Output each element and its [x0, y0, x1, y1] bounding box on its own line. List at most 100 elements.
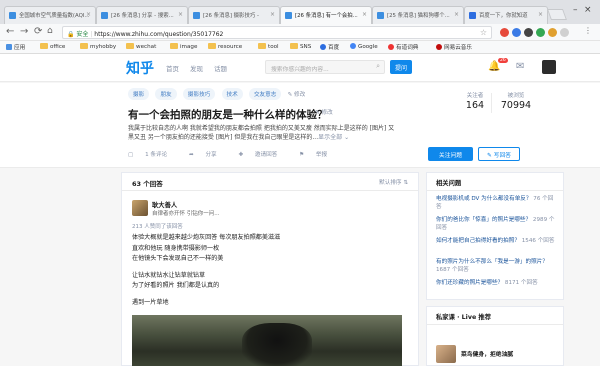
- close-window-icon[interactable]: ×: [584, 5, 592, 15]
- browser-tab[interactable]: [26 条消息] 分享 - 搜索... ×: [96, 6, 188, 24]
- bookmark-folder[interactable]: myhobby: [80, 43, 116, 50]
- author-avatar[interactable]: [132, 200, 148, 216]
- extension-icon[interactable]: [500, 28, 509, 37]
- bookmark-apps[interactable]: 应用: [6, 43, 25, 51]
- bookmark-folder[interactable]: tool: [258, 43, 279, 50]
- report-button[interactable]: ⚑ 举报: [299, 152, 337, 158]
- nav-explore[interactable]: 发现: [190, 63, 203, 73]
- zhihu-logo[interactable]: 知乎: [126, 58, 154, 78]
- forward-icon[interactable]: →: [20, 26, 28, 37]
- question-actions: ▢ 1 条评论 ➦ 分享 ✚ 邀请回答 ⚑ 举报: [128, 150, 347, 158]
- topic-tag[interactable]: 技术: [221, 88, 243, 100]
- answer-line: 体验大概就是越来越少炮灰回答 每次朋友拍照都美滋滋: [132, 234, 281, 241]
- browser-tab[interactable]: 全国城市空气质量指数(AQI... ×: [4, 6, 96, 24]
- sort-dropdown[interactable]: 默认排序 ⇅: [379, 178, 408, 186]
- share-button[interactable]: ➦ 分享: [189, 152, 227, 158]
- tab-title: [26 条消息] 摄影技巧 -: [203, 13, 259, 19]
- comment-button[interactable]: ▢ 1 条评论: [128, 152, 177, 158]
- folder-icon: [126, 43, 134, 49]
- home-icon[interactable]: ⌂: [47, 26, 53, 36]
- tab-close-icon[interactable]: ×: [362, 11, 367, 18]
- tab-close-icon[interactable]: ×: [86, 11, 91, 18]
- flag-icon: ⚑: [299, 152, 305, 158]
- nav-home[interactable]: 首页: [166, 63, 179, 73]
- extension-icon[interactable]: [548, 28, 557, 37]
- topic-tag[interactable]: 交友意志: [248, 88, 282, 100]
- answer-line: 在他镜头下会发现自己不一样的美: [132, 255, 224, 262]
- ask-question-button[interactable]: 提问: [390, 60, 412, 74]
- related-question[interactable]: 电视摄影机或 DV 为什么都没有单反？ 76 个回答: [436, 195, 558, 211]
- user-avatar[interactable]: [542, 60, 556, 74]
- write-answer-button[interactable]: ✎ 写回答: [478, 147, 520, 161]
- search-input[interactable]: 搜索你感兴趣的内容... ⌕: [265, 60, 385, 74]
- tab-close-icon[interactable]: ×: [454, 11, 459, 18]
- invite-icon: ✚: [238, 152, 244, 158]
- extension-icon[interactable]: [512, 28, 521, 37]
- tab-title: [25 条消息] 猫和狗哪个...: [387, 13, 450, 19]
- browser-tab-active[interactable]: [26 条消息] 有一个会拍... ×: [280, 6, 372, 24]
- followers-stat[interactable]: 关注者 164: [460, 91, 490, 111]
- bookmark-folder[interactable]: SNS: [290, 43, 311, 50]
- tab-favicon-icon: [285, 12, 292, 19]
- tab-close-icon[interactable]: ×: [270, 11, 275, 18]
- extension-icon[interactable]: [536, 28, 545, 37]
- topic-tag[interactable]: 摄影: [128, 88, 150, 100]
- browser-tab[interactable]: [25 条消息] 猫和狗哪个... ×: [372, 6, 464, 24]
- search-icon[interactable]: ⌕: [376, 62, 380, 71]
- zhihu-header: 知乎 首页 发现 话题 搜索你感兴趣的内容... ⌕ 提问 🔔 26 ✉: [0, 54, 600, 82]
- question-title: 有一个会拍照的朋友是一种什么样的体验？: [128, 109, 328, 121]
- live-item-title[interactable]: 菜鸟健身，拒绝油腻: [461, 349, 513, 358]
- live-thumbnail[interactable]: [436, 345, 456, 363]
- follow-question-button[interactable]: 关注问题: [428, 147, 473, 161]
- question-detail-line: 黑又丑 另一个朋友拍的还能接受 [图片] 但是我在我自己眼里是这样的...显示全…: [128, 134, 350, 141]
- tab-close-icon[interactable]: ×: [538, 11, 543, 18]
- new-tab-button[interactable]: [546, 9, 568, 20]
- tab-title: 百度一下，你就知道: [479, 13, 528, 19]
- extension-icon[interactable]: [560, 28, 569, 37]
- edit-topics-link[interactable]: ✎ 修改: [288, 90, 306, 98]
- menu-icon[interactable]: ⋮: [584, 26, 592, 35]
- bookmark-youdao[interactable]: 有道词典: [388, 43, 418, 51]
- related-question[interactable]: 你们的爸比你「惊喜」的照片是哪些？ 2989 个回答: [436, 216, 558, 232]
- bookmark-folder[interactable]: image: [170, 43, 197, 50]
- bookmark-folder[interactable]: office: [40, 43, 65, 50]
- bookmark-folder[interactable]: resource: [208, 43, 242, 50]
- browser-tab[interactable]: [26 条消息] 摄影技巧 - ×: [188, 6, 280, 24]
- answer-count: 63 个回答: [132, 180, 163, 188]
- followers-label: 关注者: [466, 93, 484, 99]
- nav-topics[interactable]: 话题: [214, 63, 227, 73]
- back-icon[interactable]: ←: [6, 26, 14, 37]
- edit-question-link[interactable]: ✎ 修改: [315, 108, 333, 116]
- related-question[interactable]: 有的照片为什么不那么「我是一游」的照片？ 1687 个回答: [436, 258, 558, 274]
- search-placeholder: 搜索你感兴趣的内容...: [271, 67, 329, 73]
- reload-icon[interactable]: ⟳: [34, 26, 42, 37]
- extension-icon[interactable]: [524, 28, 533, 37]
- related-question[interactable]: 如何才能把自己拍得好看的拍照？ 1546 个回答: [436, 237, 558, 245]
- message-icon[interactable]: ✉: [516, 61, 524, 72]
- minimize-icon[interactable]: –: [573, 5, 578, 15]
- show-all-link[interactable]: 显示全部 ⌄: [318, 134, 349, 141]
- question-detail: 我属于比较自恋的人啊 我就希望我的朋友都会拍照 把我拍的又美又瘦 然而实际上是这…: [128, 124, 418, 142]
- bookmark-folder[interactable]: wechat: [126, 43, 156, 50]
- bookmark-netease-music[interactable]: 网易云音乐: [436, 43, 472, 51]
- invite-button[interactable]: ✚ 邀请回答: [238, 152, 287, 158]
- topic-tag[interactable]: 摄影技巧: [182, 88, 216, 100]
- answer-photo[interactable]: [132, 315, 402, 366]
- tab-favicon-icon: [193, 12, 200, 19]
- answer-line: 为了好看的照片 我们都是认真的: [132, 282, 220, 289]
- tab-title: 全国城市空气质量指数(AQI...: [19, 13, 90, 19]
- bookmark-star-icon[interactable]: ☆: [480, 28, 487, 37]
- views-stat: 被浏览 70994: [498, 91, 534, 111]
- bookmark-baidu[interactable]: 百度: [320, 43, 339, 51]
- pencil-icon: ✎: [315, 110, 320, 116]
- related-question[interactable]: 你们还珍藏的照片是哪些？ 8171 个回答: [436, 279, 558, 287]
- folder-icon: [290, 43, 298, 49]
- topic-tag[interactable]: 朋友: [155, 88, 177, 100]
- question-header: 摄影 朋友 摄影技巧 技术 交友意志 ✎ 修改 有一个会拍照的朋友是一种什么样的…: [0, 83, 600, 168]
- tab-close-icon[interactable]: ×: [178, 11, 183, 18]
- address-bar[interactable]: 🔒 安全 | https://www.zhihu.com/question/35…: [62, 26, 492, 39]
- stat-divider: [491, 93, 492, 113]
- bookmark-google[interactable]: Google: [350, 43, 378, 50]
- author-name[interactable]: 耿大善人: [152, 200, 177, 209]
- browser-tab[interactable]: 百度一下，你就知道 ×: [464, 6, 548, 24]
